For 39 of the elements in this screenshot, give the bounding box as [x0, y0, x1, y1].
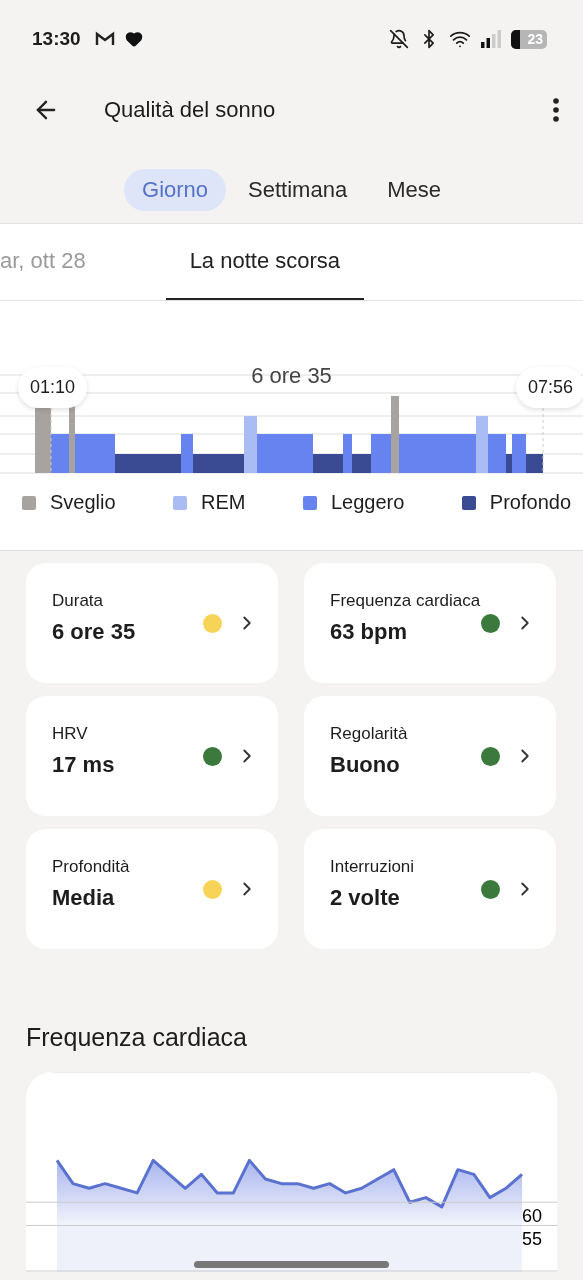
metric-value: Buono	[330, 752, 401, 778]
period-tab[interactable]: Giorno	[124, 169, 227, 211]
metric-value: Media	[52, 885, 116, 911]
period-tab[interactable]: Settimana	[230, 169, 366, 211]
battery-icon: 23	[511, 29, 547, 49]
metric-label: Durata	[52, 591, 105, 611]
metric-label: Frequenza cardiaca	[330, 591, 481, 611]
metric-card[interactable]: Frequenza cardiaca 63 bpm	[304, 563, 556, 683]
legend-label: Profondo	[489, 491, 571, 514]
bell-off-icon	[389, 29, 409, 49]
metric-card[interactable]: Regolarità Buono	[304, 696, 556, 816]
metric-label: Interruzioni	[330, 857, 416, 877]
metric-card[interactable]: Profondità Media	[26, 829, 278, 949]
period-tab[interactable]: Mese	[369, 169, 459, 211]
signal-icon	[481, 30, 501, 48]
legend-label: Sveglio	[50, 491, 116, 514]
page-title: Qualità del sonno	[104, 97, 277, 123]
clock: 13:30	[32, 28, 81, 50]
metric-card[interactable]: Interruzioni 2 volte	[304, 829, 556, 949]
mail-icon	[94, 31, 115, 47]
legend-label: REM	[201, 491, 246, 514]
metric-label: HRV	[52, 724, 89, 744]
heart-icon	[124, 30, 143, 48]
axis-tick-label: 60	[522, 1206, 543, 1227]
metric-card[interactable]: Durata 6 ore 35	[26, 563, 278, 683]
metric-value: 17 ms	[52, 752, 116, 778]
metric-label: Profondità	[52, 857, 131, 877]
section-title: Frequenza cardiaca	[25, 1022, 248, 1052]
sleep-total: 6 ore 35	[251, 363, 332, 389]
metric-value: 2 volte	[330, 885, 401, 911]
metric-value: 63 bpm	[330, 619, 409, 645]
metric-label: Regolarità	[330, 724, 409, 744]
start-time-label: 01:10	[18, 367, 88, 408]
end-time-label: 07:56	[515, 367, 583, 408]
axis-tick-label: 55	[522, 1229, 543, 1250]
more-options-icon	[553, 98, 559, 122]
legend-label: Leggero	[330, 491, 405, 514]
metric-card[interactable]: HRV 17 ms	[26, 696, 278, 816]
metric-value: 6 ore 35	[52, 619, 137, 645]
